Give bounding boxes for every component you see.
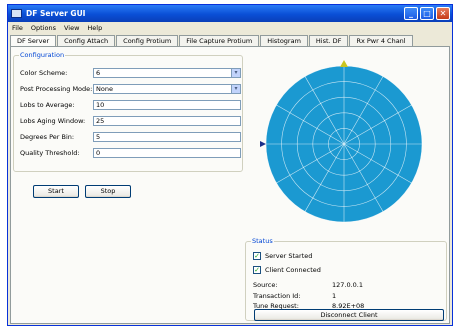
- server-started-label: Server Started: [265, 252, 313, 260]
- degrees-per-bin-row: Degrees Per Bin: 5: [20, 132, 242, 142]
- app-icon: [11, 9, 22, 18]
- main-window: DF Server GUI _ □ ✕ File Options View He…: [7, 4, 453, 326]
- lobs-aging-row: Lobs Aging Window: 25: [20, 116, 242, 126]
- degrees-per-bin-input[interactable]: 5: [93, 132, 241, 142]
- lobs-aging-input[interactable]: 25: [93, 116, 241, 126]
- title-bar[interactable]: DF Server GUI _ □ ✕: [8, 5, 452, 22]
- tab-hist-df[interactable]: Hist. DF: [308, 35, 349, 46]
- tab-rx-pwr[interactable]: Rx Pwr 4 Chanl: [349, 35, 413, 46]
- source-row: Source: 127.0.0.1: [253, 281, 363, 289]
- post-processing-select[interactable]: None ▾: [93, 84, 241, 94]
- lobs-average-input[interactable]: 10: [93, 100, 241, 110]
- tab-histogram[interactable]: Histogram: [260, 35, 308, 46]
- west-marker: [260, 141, 266, 147]
- color-scheme-row: Color Scheme: 6 ▾: [20, 68, 242, 78]
- transaction-id-label: Transaction Id:: [253, 292, 301, 300]
- tab-config-protium[interactable]: Config Protium: [116, 35, 179, 46]
- maximize-button[interactable]: □: [420, 7, 434, 20]
- status-title: Status: [251, 237, 274, 245]
- quality-threshold-label: Quality Threshold:: [20, 149, 80, 157]
- menu-view[interactable]: View: [64, 24, 79, 32]
- start-button[interactable]: Start: [33, 185, 79, 198]
- quality-threshold-row: Quality Threshold: 0: [20, 148, 242, 158]
- tab-file-capture-protium[interactable]: File Capture Protium: [179, 35, 260, 46]
- polar-plot: [260, 60, 423, 223]
- quality-threshold-input[interactable]: 0: [93, 148, 241, 158]
- color-scheme-select[interactable]: 6 ▾: [93, 68, 241, 78]
- transaction-id-value: 1: [332, 292, 337, 300]
- stop-button[interactable]: Stop: [85, 185, 131, 198]
- minimize-button[interactable]: _: [404, 7, 418, 20]
- server-started-row: ✓ Server Started: [253, 252, 312, 260]
- color-scheme-value: 6: [96, 69, 101, 77]
- transaction-id-row: Transaction Id: 1: [253, 292, 336, 300]
- df-server-panel: Configuration Color Scheme: 6 ▾ Post Pro…: [10, 46, 450, 324]
- close-button[interactable]: ✕: [436, 7, 450, 20]
- source-label: Source:: [253, 281, 278, 289]
- lobs-average-label: Lobs to Average:: [20, 101, 75, 109]
- client-connected-label: Client Connected: [265, 266, 321, 274]
- menu-help[interactable]: Help: [87, 24, 102, 32]
- post-processing-label: Post Processing Mode:: [20, 85, 93, 93]
- post-processing-value: None: [96, 85, 113, 93]
- chevron-down-icon[interactable]: ▾: [231, 69, 240, 77]
- menu-bar: File Options View Help: [8, 22, 452, 33]
- source-value: 127.0.0.1: [332, 281, 364, 289]
- north-marker: [340, 60, 348, 67]
- configuration-title: Configuration: [19, 51, 66, 59]
- degrees-per-bin-label: Degrees Per Bin:: [20, 133, 75, 141]
- chevron-down-icon[interactable]: ▾: [231, 85, 240, 93]
- disconnect-client-button[interactable]: Disconnect Client: [254, 309, 444, 321]
- polar-grid: [265, 65, 423, 223]
- color-scheme-label: Color Scheme:: [20, 69, 68, 77]
- lobs-average-row: Lobs to Average: 10: [20, 100, 242, 110]
- client-connected-checkbox[interactable]: ✓: [253, 266, 261, 274]
- post-processing-row: Post Processing Mode: None ▾: [20, 84, 242, 94]
- client-connected-row: ✓ Client Connected: [253, 266, 321, 274]
- configuration-group: Configuration Color Scheme: 6 ▾ Post Pro…: [13, 51, 243, 172]
- menu-file[interactable]: File: [12, 24, 23, 32]
- lobs-aging-label: Lobs Aging Window:: [20, 117, 86, 125]
- status-group: Status ✓ Server Started ✓ Client Connected…: [245, 237, 447, 321]
- server-started-checkbox[interactable]: ✓: [253, 252, 261, 260]
- window-title: DF Server GUI: [26, 9, 86, 18]
- menu-options[interactable]: Options: [31, 24, 56, 32]
- tab-config-attach[interactable]: Config Attach: [57, 35, 116, 46]
